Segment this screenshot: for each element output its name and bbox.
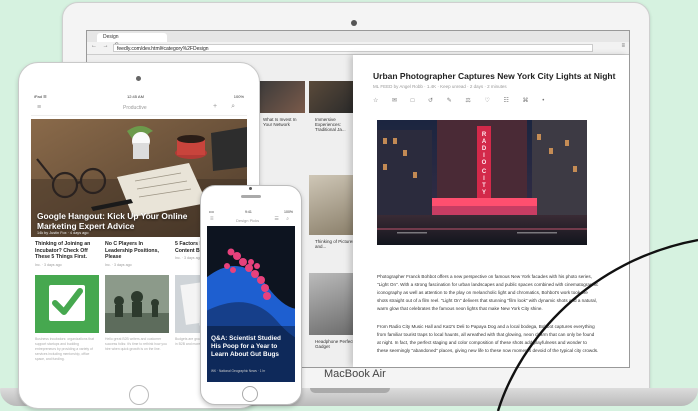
decorative-curve: [496, 238, 698, 411]
